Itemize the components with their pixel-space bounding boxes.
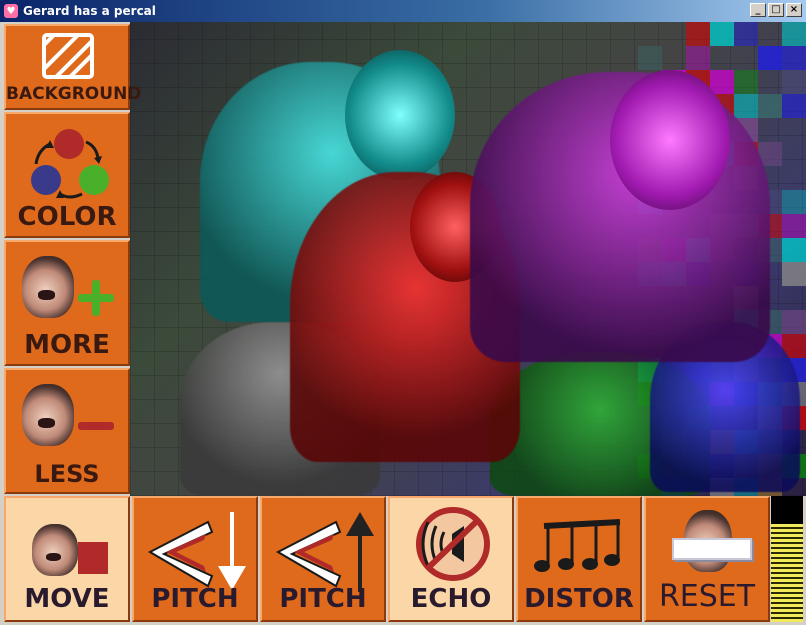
face-icon	[22, 256, 74, 318]
minus-icon	[78, 422, 114, 430]
app-heart-icon: ♥	[4, 4, 18, 18]
mosaic-tile	[782, 190, 806, 214]
mosaic-tile	[734, 94, 758, 118]
reset-button[interactable]: RESET	[644, 496, 770, 622]
visual-canvas[interactable]	[130, 22, 806, 496]
background-label: BACKGROUND	[6, 84, 142, 104]
mosaic-tile	[782, 262, 806, 286]
window-titlebar: ♥ Gerard has a percal _ □ ×	[0, 0, 806, 22]
figure-magenta-head	[610, 70, 730, 210]
mosaic-tile	[782, 46, 806, 70]
echo-label: ECHO	[410, 584, 492, 614]
mosaic-tile	[638, 46, 662, 70]
minimize-button[interactable]: _	[750, 3, 766, 17]
distor-label: DISTOR	[524, 584, 634, 614]
mosaic-tile	[686, 22, 710, 46]
eraser-icon	[672, 538, 752, 560]
mosaic-tile	[782, 70, 806, 94]
more-label: MORE	[24, 330, 110, 360]
maximize-button[interactable]: □	[768, 3, 784, 17]
background-button[interactable]: BACKGROUND	[4, 24, 142, 110]
pitch-down-button[interactable]: PITCH	[132, 496, 258, 622]
mosaic-tile	[782, 238, 806, 262]
distor-button[interactable]: DISTOR	[516, 496, 642, 622]
no-echo-icon	[416, 507, 490, 581]
mosaic-tile	[782, 310, 806, 334]
mosaic-tile	[686, 46, 710, 70]
close-button[interactable]: ×	[786, 3, 802, 17]
mosaic-tile	[758, 94, 782, 118]
color-button[interactable]: COLOR	[4, 112, 130, 238]
echo-button[interactable]: ECHO	[388, 496, 514, 622]
mosaic-tile	[782, 214, 806, 238]
window-title: Gerard has a percal	[23, 4, 156, 18]
more-button[interactable]: MORE	[4, 240, 130, 366]
pitch-down-icon	[147, 512, 246, 590]
mosaic-tile	[782, 94, 806, 118]
music-notes-icon	[534, 519, 621, 572]
mosaic-tile	[758, 46, 782, 70]
hatched-square-icon	[42, 33, 94, 79]
color-cycle-icon	[31, 129, 109, 199]
mosaic-tile	[710, 70, 734, 94]
pitch-down-label: PITCH	[151, 584, 239, 614]
stop-square-icon	[78, 542, 108, 574]
window-controls: _ □ ×	[750, 3, 802, 17]
face-icon	[22, 384, 74, 446]
mosaic-tile	[782, 22, 806, 46]
mosaic-tile	[734, 70, 758, 94]
pitch-up-icon	[275, 512, 374, 592]
mosaic-tile	[710, 22, 734, 46]
move-label: MOVE	[24, 584, 110, 614]
mosaic-tile	[734, 22, 758, 46]
pitch-up-label: PITCH	[279, 584, 367, 614]
volume-level-fill	[771, 523, 803, 622]
plus-icon	[78, 280, 114, 316]
reset-label: RESET	[658, 579, 756, 614]
color-label: COLOR	[17, 202, 117, 232]
volume-level-meter	[771, 496, 803, 622]
pitch-up-button[interactable]: PITCH	[260, 496, 386, 622]
face-icon	[32, 524, 78, 576]
figure-cyan-head	[345, 50, 455, 180]
move-button[interactable]: MOVE	[4, 496, 130, 622]
less-label: LESS	[34, 460, 100, 488]
less-button[interactable]: LESS	[4, 368, 130, 494]
